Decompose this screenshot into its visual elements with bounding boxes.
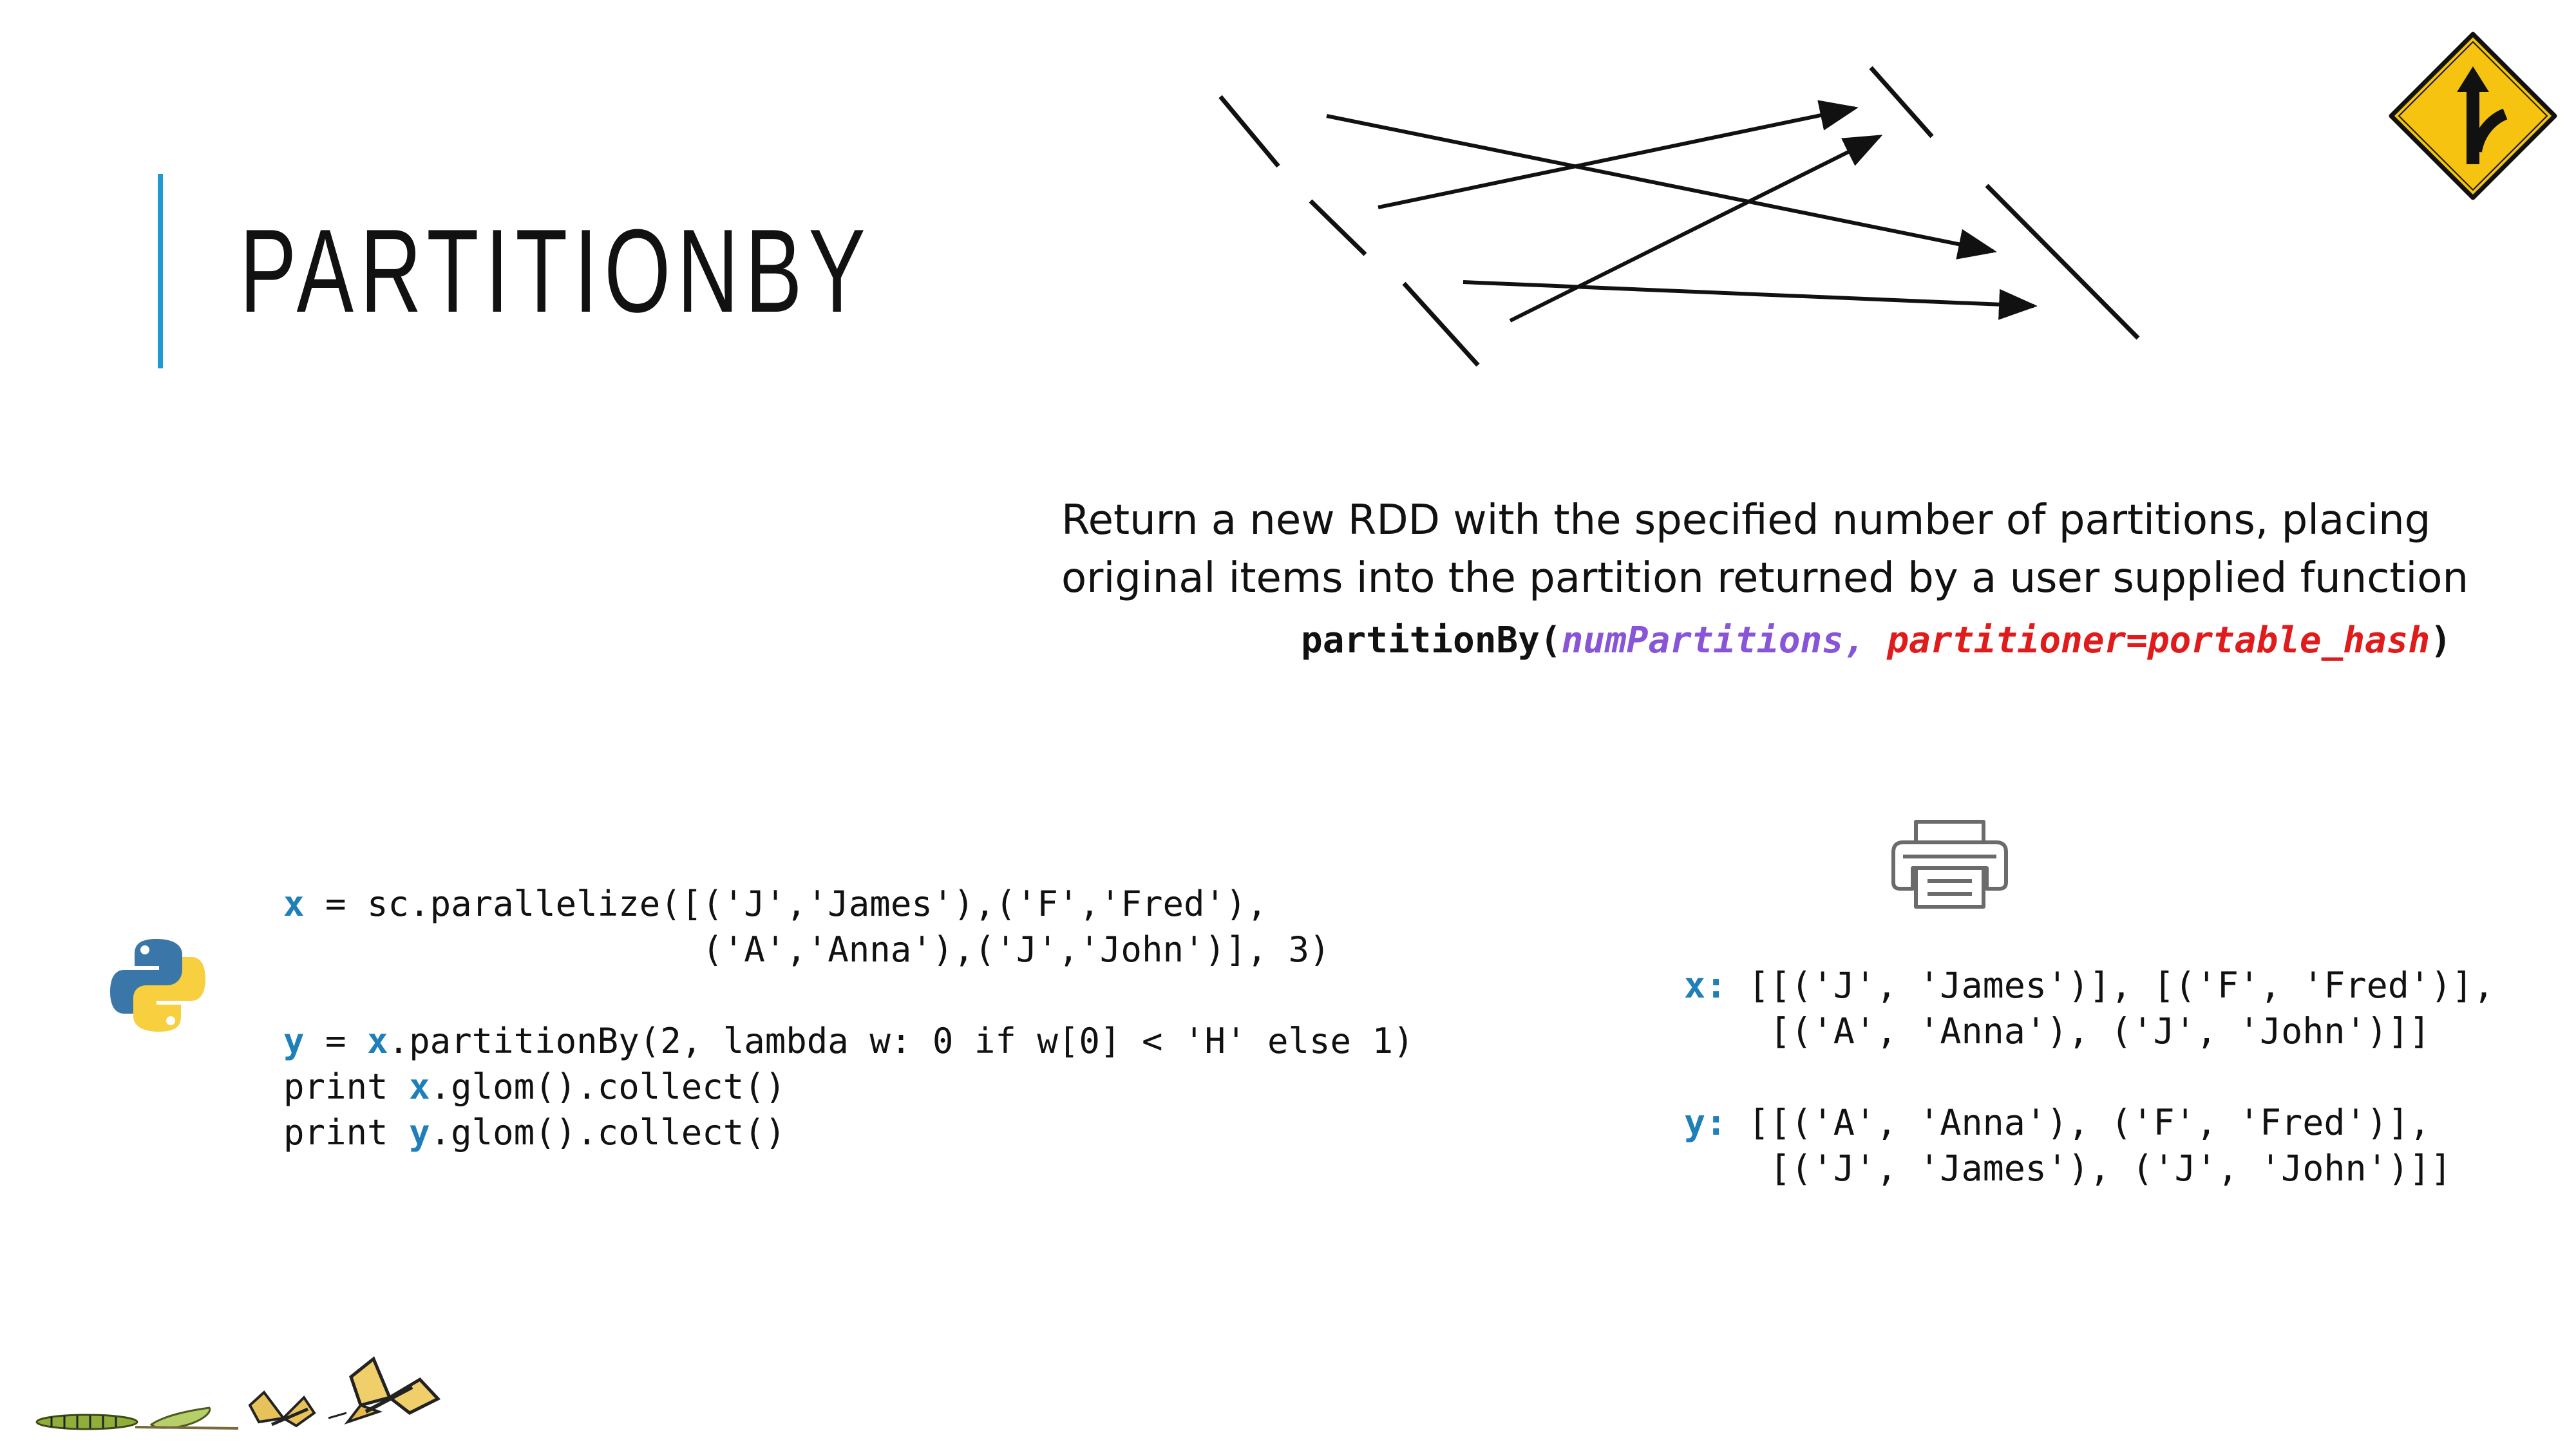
partition-diagram: [1218, 66, 2140, 367]
caterpillar-icon: [35, 1414, 138, 1430]
output-x-line-1: x: [[('J', 'James')], [('F', 'Fred')],: [1684, 963, 2494, 1009]
code-line-6-print: print: [283, 1112, 410, 1153]
partition-separator-left-1: [1218, 95, 1280, 168]
signature-name: partitionBy(: [1301, 620, 1562, 661]
partition-separator-right-2: [1985, 184, 2140, 340]
code-var-y: y: [283, 1021, 305, 1061]
partition-separator-left-3: [1402, 281, 1480, 367]
mapping-arrow-1: [1326, 114, 1997, 260]
code-line-6-text: .glom().collect(): [430, 1112, 786, 1153]
code-line-1: x = sc.parallelize([('J','James'),('F','…: [283, 881, 1414, 927]
butterfly-large-icon: [328, 1356, 441, 1425]
chrysalis-icon: [135, 1406, 239, 1430]
code-line-5-text: .glom().collect(): [430, 1066, 786, 1107]
output-gap: [1684, 1054, 2494, 1100]
signature-param-numpartitions: numPartitions,: [1561, 620, 1866, 661]
code-line-4: y = x.partitionBy(2, lambda w: 0 if w[0]…: [283, 1018, 1414, 1064]
output-x-text-1: [[('J', 'James')], [('F', 'Fred')],: [1727, 965, 2495, 1006]
output-y-line-1: y: [[('A', 'Anna'), ('F', 'Fred')],: [1684, 1100, 2494, 1146]
output-y-text-1: [[('A', 'Anna'), ('F', 'Fred')],: [1727, 1102, 2430, 1143]
function-signature: partitionBy(numPartitions, partitioner=p…: [1301, 620, 2452, 661]
code-line-5-var: x: [409, 1066, 430, 1107]
code-line-6-var: y: [409, 1112, 430, 1153]
python-logo-icon: [110, 939, 205, 1032]
description-text: Return a new RDD with the specified numb…: [1061, 497, 2468, 602]
output-y-label: y:: [1684, 1102, 1727, 1143]
code-var-x: x: [283, 884, 305, 924]
output-block: x: [[('J', 'James')], [('F', 'Fred')], […: [1684, 963, 2494, 1191]
signature-param-partitioner: partitioner=portable_hash: [1887, 620, 2430, 661]
code-line-2: ('A','Anna'),('J','John')], 3): [283, 929, 1331, 970]
mapping-arrow-2: [1378, 100, 1859, 209]
code-line-4-text: .partitionBy(2, lambda w: 0 if w[0] < 'H…: [388, 1021, 1414, 1061]
butterfly-small-icon: [248, 1390, 316, 1428]
signature-space: [1866, 620, 1888, 661]
code-line-4-eq: =: [304, 1021, 368, 1061]
code-line-1-text: = sc.parallelize([('J','James'),('F','Fr…: [304, 884, 1268, 924]
code-var-x-ref: x: [367, 1021, 388, 1061]
code-line-5-print: print: [283, 1066, 410, 1107]
output-x-label: x:: [1684, 965, 1727, 1006]
output-y-line-2: [('J', 'James'), ('J', 'John')]]: [1684, 1148, 2452, 1189]
output-x-line-2: [('A', 'Anna'), ('J', 'John')]]: [1684, 1010, 2430, 1052]
merge-sign-icon: [2389, 32, 2557, 200]
code-line-5: print x.glom().collect(): [283, 1064, 1414, 1110]
code-line-6: print y.glom().collect(): [283, 1110, 1414, 1155]
partition-separator-left-2: [1309, 199, 1367, 256]
partition-separator-right-1: [1869, 66, 1934, 138]
code-block: x = sc.parallelize([('J','James'),('F','…: [283, 881, 1414, 1155]
signature-close: ): [2430, 620, 2452, 661]
slide: PARTITIONBY Return a new RDD with the sp…: [0, 0, 2576, 1449]
butterfly-lifecycle-icon: [35, 1356, 441, 1430]
printer-icon: [1891, 820, 2008, 909]
